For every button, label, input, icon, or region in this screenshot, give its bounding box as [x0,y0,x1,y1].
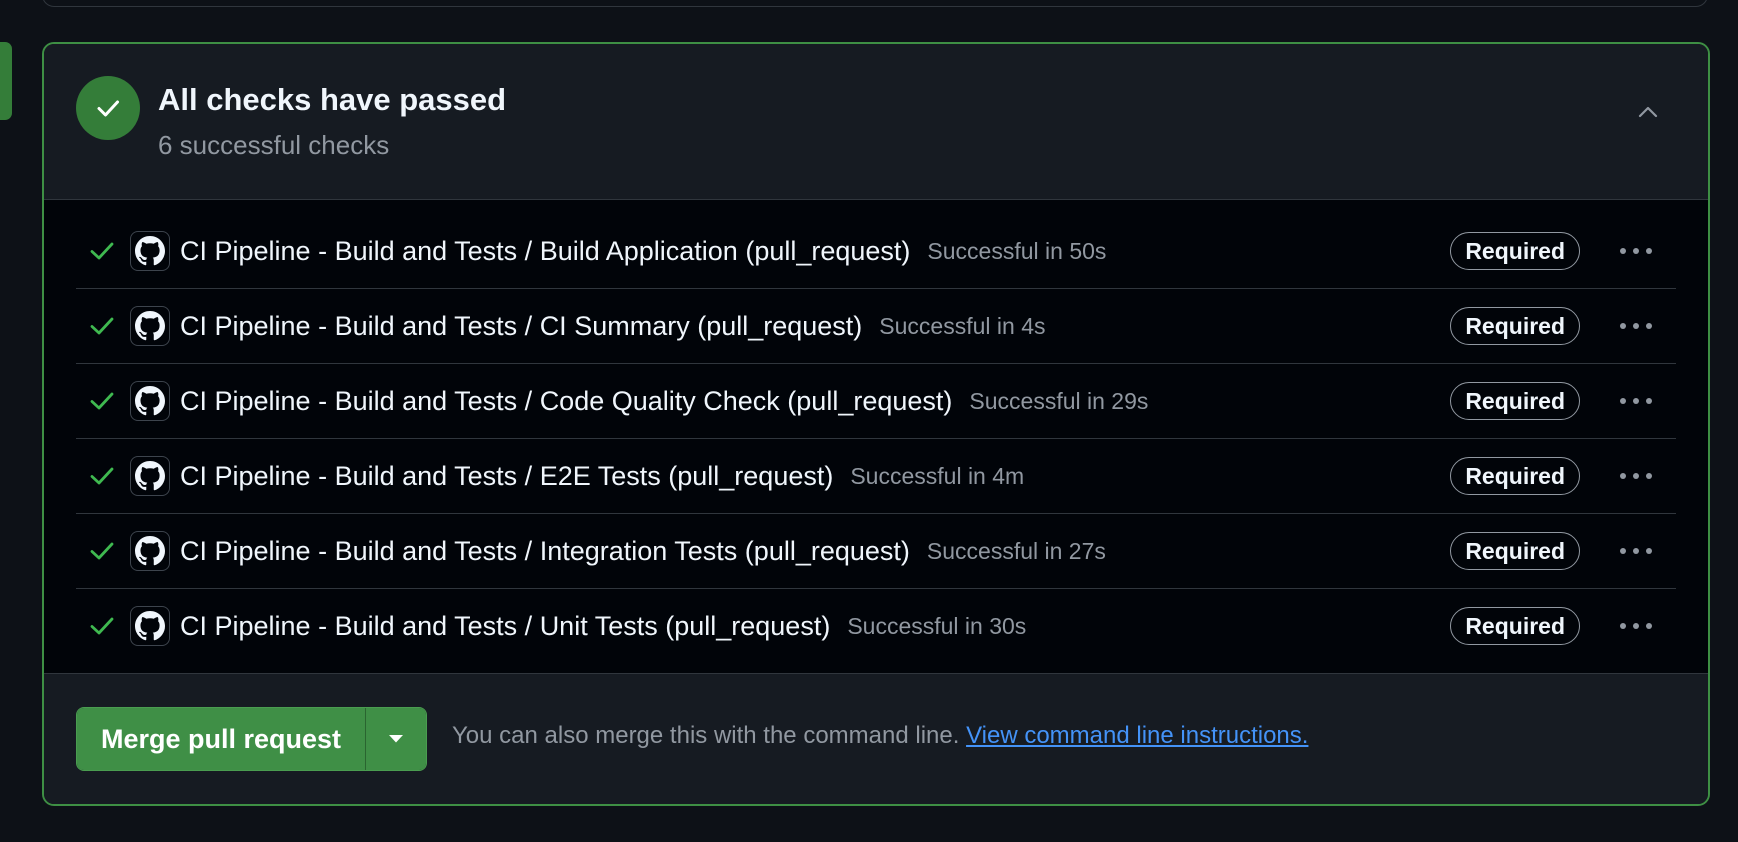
check-status: Successful in 4m [850,462,1025,489]
required-badge: Required [1450,457,1580,495]
check-name[interactable]: CI Pipeline - Build and Tests / Build Ap… [180,236,910,267]
github-icon [130,456,170,496]
required-badge: Required [1450,532,1580,570]
kebab-menu-icon[interactable] [1614,536,1658,566]
check-status: Successful in 50s [927,237,1107,264]
triangle-down-icon[interactable] [365,708,427,770]
merge-hint: You can also merge this with the command… [452,722,1308,750]
check-icon [88,387,116,415]
previous-panel [42,0,1708,7]
check-name[interactable]: CI Pipeline - Build and Tests / Unit Tes… [180,611,830,642]
check-icon [88,537,116,565]
check-row[interactable]: CI Pipeline - Build and Tests / CI Summa… [76,289,1676,364]
check-circle-icon [76,76,140,140]
merge-hint-text: You can also merge this with the command… [452,722,960,749]
check-icon [88,237,116,265]
timeline-marker [0,42,12,120]
merge-button-group: Merge pull request [76,707,428,771]
check-status: Successful in 4s [879,312,1046,339]
check-status: Successful in 27s [926,537,1106,564]
github-icon [130,231,170,271]
check-row[interactable]: CI Pipeline - Build and Tests / Unit Tes… [76,589,1676,663]
github-icon [130,306,170,346]
check-icon [88,312,116,340]
kebab-menu-icon[interactable] [1614,236,1658,266]
checks-list: CI Pipeline - Build and Tests / Build Ap… [44,200,1708,674]
kebab-menu-icon[interactable] [1614,386,1658,416]
check-row[interactable]: CI Pipeline - Build and Tests / Integrat… [76,514,1676,589]
checks-summary: All checks have passed 6 successful chec… [44,44,1708,200]
check-icon [88,612,116,640]
required-badge: Required [1450,307,1580,345]
check-row[interactable]: CI Pipeline - Build and Tests / E2E Test… [76,439,1676,514]
check-status: Successful in 29s [969,387,1149,414]
required-badge: Required [1450,382,1580,420]
check-name[interactable]: CI Pipeline - Build and Tests / CI Summa… [180,311,862,342]
check-name[interactable]: CI Pipeline - Build and Tests / Code Qua… [180,386,952,417]
check-row[interactable]: CI Pipeline - Build and Tests / Build Ap… [76,214,1676,289]
merge-footer: Merge pull request You can also merge th… [44,674,1708,804]
chevron-up-icon[interactable] [1628,92,1668,132]
check-status: Successful in 30s [847,612,1027,639]
merge-box: All checks have passed 6 successful chec… [42,42,1710,806]
required-badge: Required [1450,232,1580,270]
merge-pull-request-button[interactable]: Merge pull request [77,708,366,770]
kebab-menu-icon[interactable] [1614,611,1658,641]
kebab-menu-icon[interactable] [1614,311,1658,341]
check-name[interactable]: CI Pipeline - Build and Tests / E2E Test… [180,461,833,492]
check-icon [88,462,116,490]
summary-title: All checks have passed [158,82,507,117]
kebab-menu-icon[interactable] [1614,461,1658,491]
github-icon [130,606,170,646]
github-icon [130,531,170,571]
summary-subtitle: 6 successful checks [158,130,390,160]
command-line-instructions-link[interactable]: View command line instructions. [966,722,1308,749]
check-row[interactable]: CI Pipeline - Build and Tests / Code Qua… [76,364,1676,439]
required-badge: Required [1450,607,1580,645]
check-name[interactable]: CI Pipeline - Build and Tests / Integrat… [180,536,910,567]
github-icon [130,381,170,421]
